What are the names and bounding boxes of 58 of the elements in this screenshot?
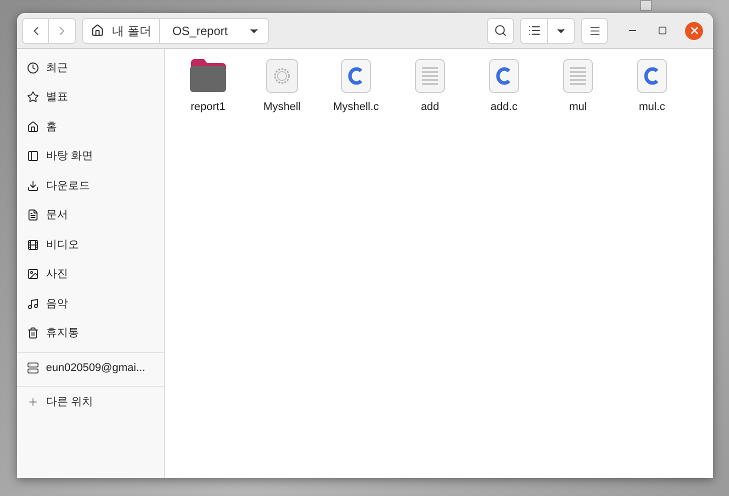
sidebar-item[interactable]: 별표 [17, 82, 164, 112]
maximize-icon [658, 26, 666, 35]
file-name: mul.c [638, 100, 666, 115]
file-item[interactable]: mul [541, 57, 615, 116]
file-name: report1 [190, 100, 226, 115]
file-name: mul [569, 100, 587, 115]
file-name: Myshell.c [333, 100, 379, 115]
sidebar-item[interactable]: 다운로드 [17, 171, 164, 200]
list-view-button[interactable] [520, 18, 548, 44]
document-icon [27, 209, 39, 222]
sidebar-item[interactable]: 다른 위치 [17, 387, 164, 417]
file-item[interactable]: Myshell.c [319, 57, 393, 116]
sidebar-item[interactable]: 사진 [17, 260, 164, 289]
home-icon [91, 24, 104, 37]
file-name: add [420, 100, 440, 115]
text-file-icon [563, 59, 593, 93]
menu-icon [588, 24, 600, 36]
folder-icon [189, 57, 227, 93]
sidebar-item[interactable]: 휴지통 [17, 318, 164, 348]
sidebar-item[interactable]: 홈 [17, 112, 164, 142]
file-item[interactable]: mul.c [615, 57, 689, 116]
film-icon [27, 238, 39, 251]
c-file-icon [341, 59, 371, 93]
star-icon [27, 91, 39, 104]
file-item[interactable]: report1 [171, 57, 245, 116]
home-icon [27, 120, 39, 133]
panel-icon [27, 150, 39, 162]
list-icon [528, 24, 540, 37]
sidebar-item[interactable]: 바탕 화면 [17, 142, 164, 171]
sidebar-item[interactable]: 음악 [17, 289, 164, 318]
sidebar-item[interactable]: 문서 [17, 200, 164, 230]
download-icon [27, 180, 39, 192]
view-options-button[interactable] [548, 18, 575, 44]
file-item[interactable]: add.c [467, 57, 541, 116]
path-button[interactable]: OS_report [160, 18, 269, 44]
sidebar-item[interactable]: 최근 [17, 53, 164, 82]
menu-button[interactable] [581, 18, 608, 44]
file-name: Myshell [263, 100, 301, 115]
c-file-icon [637, 59, 667, 93]
c-file-icon [489, 59, 519, 93]
sidebar-item[interactable]: eun020509@gmai... [17, 353, 164, 383]
drive-icon [27, 362, 39, 374]
image-icon [27, 268, 39, 280]
path-button[interactable]: 내 폴더 [82, 18, 160, 44]
search-icon [494, 24, 507, 37]
plus-icon [27, 396, 39, 408]
text-file-icon [415, 59, 445, 93]
trash-icon [27, 327, 39, 340]
file-item[interactable]: Myshell [245, 57, 319, 116]
clock-icon [27, 62, 39, 74]
music-icon [27, 298, 39, 310]
gear-file-icon [266, 59, 298, 93]
search-button[interactable] [487, 18, 514, 44]
file-item[interactable]: add [393, 57, 467, 116]
file-name: add.c [490, 100, 518, 115]
sidebar-item[interactable]: 비디오 [17, 230, 164, 260]
close-button[interactable] [685, 22, 703, 40]
close-icon [688, 25, 700, 36]
